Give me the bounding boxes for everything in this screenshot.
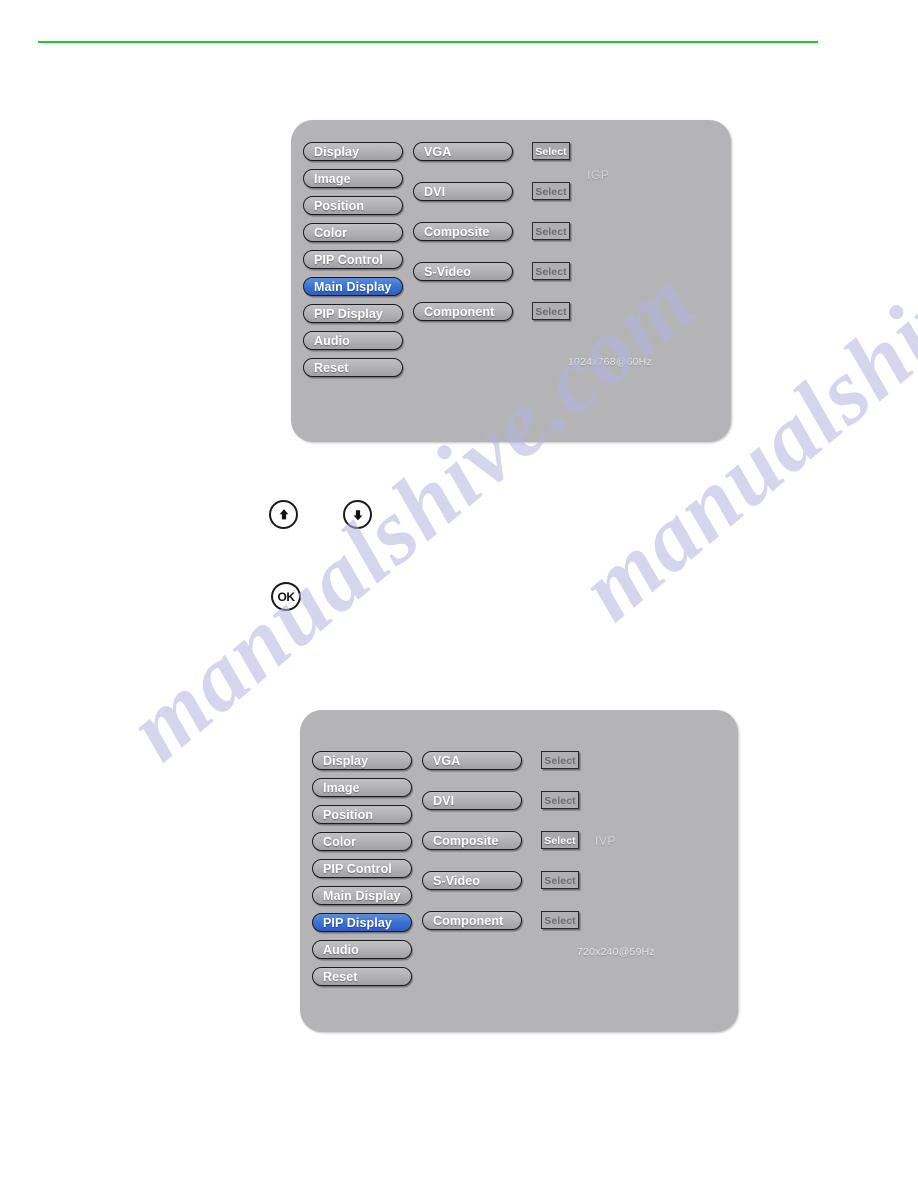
resolution-label: 720x240@59Hz bbox=[577, 946, 655, 958]
source-item-vga[interactable]: VGA bbox=[422, 751, 522, 770]
source-item-component[interactable]: Component bbox=[413, 302, 513, 321]
select-button-s-video[interactable]: Select bbox=[532, 262, 570, 280]
select-button-vga[interactable]: Select bbox=[532, 142, 570, 160]
menu-item-color[interactable]: Color bbox=[312, 832, 412, 851]
osd-panel-pip-display: Display Image Position Color PIP Control… bbox=[300, 710, 738, 1032]
resolution-label: 1024x768@60Hz bbox=[568, 356, 652, 368]
arrow-down-icon bbox=[345, 502, 370, 527]
menu-item-main-display[interactable]: Main Display bbox=[312, 886, 412, 905]
menu-item-image[interactable]: Image bbox=[312, 778, 412, 797]
select-button-component[interactable]: Select bbox=[532, 302, 570, 320]
header-divider bbox=[38, 41, 818, 43]
select-button-s-video[interactable]: Select bbox=[541, 871, 579, 889]
menu-item-audio[interactable]: Audio bbox=[312, 940, 412, 959]
menu-item-pip-control[interactable]: PIP Control bbox=[312, 859, 412, 878]
menu-item-display[interactable]: Display bbox=[303, 142, 403, 161]
arrow-down-button[interactable] bbox=[343, 500, 372, 529]
select-button-component[interactable]: Select bbox=[541, 911, 579, 929]
source-tag: IGP bbox=[587, 168, 610, 182]
osd-panel-main-display: Display Image Position Color PIP Control… bbox=[291, 120, 731, 442]
source-item-vga[interactable]: VGA bbox=[413, 142, 513, 161]
source-item-s-video[interactable]: S-Video bbox=[422, 871, 522, 890]
ok-icon: OK bbox=[273, 584, 299, 609]
menu-item-reset[interactable]: Reset bbox=[303, 358, 403, 377]
menu-item-color[interactable]: Color bbox=[303, 223, 403, 242]
source-item-component[interactable]: Component bbox=[422, 911, 522, 930]
source-item-composite[interactable]: Composite bbox=[413, 222, 513, 241]
arrow-up-icon bbox=[271, 502, 296, 527]
menu-item-pip-display[interactable]: PIP Display bbox=[312, 913, 412, 932]
source-item-dvi[interactable]: DVI bbox=[413, 182, 513, 201]
menu-item-pip-display[interactable]: PIP Display bbox=[303, 304, 403, 323]
select-button-dvi[interactable]: Select bbox=[541, 791, 579, 809]
source-item-dvi[interactable]: DVI bbox=[422, 791, 522, 810]
select-button-vga[interactable]: Select bbox=[541, 751, 579, 769]
source-tag: IVP bbox=[595, 834, 617, 848]
osd-grid: Display Image Position Color PIP Control… bbox=[300, 710, 738, 1032]
menu-item-main-display[interactable]: Main Display bbox=[303, 277, 403, 296]
select-button-composite[interactable]: Select bbox=[532, 222, 570, 240]
source-item-composite[interactable]: Composite bbox=[422, 831, 522, 850]
menu-item-display[interactable]: Display bbox=[312, 751, 412, 770]
arrow-up-button[interactable] bbox=[269, 500, 298, 529]
menu-item-audio[interactable]: Audio bbox=[303, 331, 403, 350]
select-button-dvi[interactable]: Select bbox=[532, 182, 570, 200]
source-item-s-video[interactable]: S-Video bbox=[413, 262, 513, 281]
menu-item-position[interactable]: Position bbox=[312, 805, 412, 824]
menu-item-pip-control[interactable]: PIP Control bbox=[303, 250, 403, 269]
menu-item-position[interactable]: Position bbox=[303, 196, 403, 215]
ok-button[interactable]: OK bbox=[271, 582, 301, 611]
menu-item-image[interactable]: Image bbox=[303, 169, 403, 188]
osd-grid: Display Image Position Color PIP Control… bbox=[291, 120, 731, 442]
select-button-composite[interactable]: Select bbox=[541, 831, 579, 849]
ok-button-label: OK bbox=[277, 589, 296, 604]
menu-item-reset[interactable]: Reset bbox=[312, 967, 412, 986]
